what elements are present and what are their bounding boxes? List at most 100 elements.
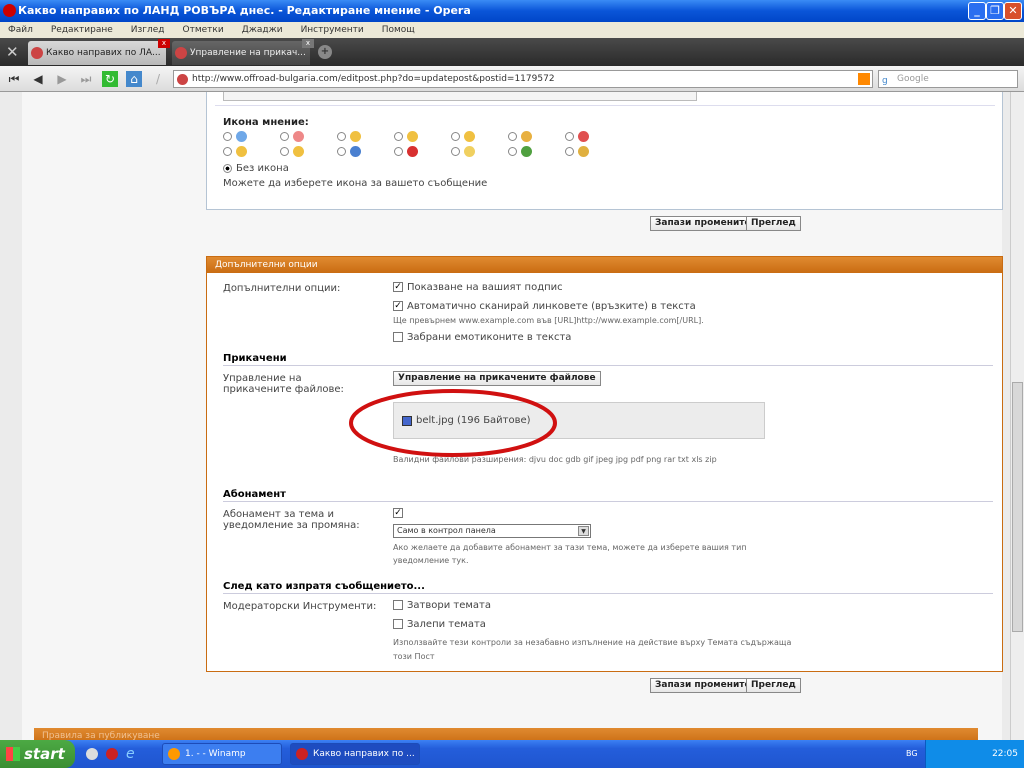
extra-options-header: Допълнителни опции [207, 257, 1002, 273]
ie-icon[interactable]: e [126, 746, 135, 762]
subscription-label: Абонамент за тема и уведомление за промя… [223, 509, 360, 531]
page-content: Икона мнение: Без икона Можете да избере… [0, 92, 1010, 740]
icon-option[interactable] [451, 146, 475, 158]
radio[interactable] [451, 147, 460, 156]
post-icon-hint: Можете да изберете икона за вашето съобщ… [223, 178, 488, 189]
forward-icon[interactable]: ▶ [54, 71, 70, 87]
save-button-bottom[interactable]: Запази промените [650, 678, 756, 693]
desktop-icon[interactable] [86, 748, 98, 760]
vertical-scrollbar[interactable] [1010, 92, 1024, 740]
radio[interactable] [337, 132, 346, 141]
start-button[interactable]: start [0, 740, 75, 768]
radio[interactable] [508, 147, 517, 156]
address-input[interactable]: http://www.offroad-bulgaria.com/editpost… [173, 70, 873, 88]
icon-option[interactable] [565, 131, 589, 143]
rss-icon[interactable] [858, 73, 870, 85]
radio[interactable] [223, 132, 232, 141]
checkbox-checked[interactable]: ✓ [393, 301, 403, 311]
checkbox[interactable] [393, 619, 403, 629]
reload-icon[interactable]: ↻ [102, 71, 118, 87]
icon-option[interactable] [565, 146, 589, 158]
close-tab-icon[interactable]: x [158, 39, 170, 48]
radio[interactable] [280, 147, 289, 156]
windows-logo-icon [6, 747, 20, 761]
radio[interactable] [394, 147, 403, 156]
radio-selected[interactable] [223, 163, 232, 173]
taskbar-item-winamp[interactable]: 1. - - Winamp [162, 743, 282, 765]
icon-option[interactable] [394, 146, 418, 158]
edit-icon[interactable]: / [150, 71, 166, 87]
extra-options-panel: Допълнителни опции Допълнителни опции: ✓… [206, 256, 1003, 672]
preview-button[interactable]: Преглед [746, 216, 801, 231]
icon-option[interactable] [451, 131, 475, 143]
no-icon-option[interactable]: Без икона [223, 163, 289, 174]
fast-forward-icon[interactable]: ⏭ [78, 71, 94, 87]
taskbar: start e 1. - - Winamp Какво направих по … [0, 740, 1024, 768]
radio[interactable] [451, 132, 460, 141]
checkbox[interactable] [393, 332, 403, 342]
icon-option[interactable] [508, 146, 532, 158]
new-tab-button[interactable]: + [318, 45, 332, 59]
radio[interactable] [280, 132, 289, 141]
icon-option[interactable] [337, 146, 361, 158]
radio[interactable] [565, 132, 574, 141]
language-indicator[interactable]: BG [906, 749, 918, 758]
manage-attachments-button[interactable]: Управление на прикачените файлове [393, 371, 601, 386]
back-icon[interactable]: ◀ [30, 71, 46, 87]
rewind-icon[interactable]: ⏮ [6, 71, 22, 87]
menu-widgets[interactable]: Джаджи [242, 25, 283, 35]
menu-help[interactable]: Помощ [382, 25, 415, 35]
preview-button-bottom[interactable]: Преглед [746, 678, 801, 693]
opera-quicklaunch-icon[interactable] [106, 748, 118, 760]
radio[interactable] [394, 132, 403, 141]
radio[interactable] [565, 147, 574, 156]
notification-type-select[interactable]: Само в контрол панела ▼ [393, 524, 591, 538]
parse-links-option[interactable]: ✓ Автоматично сканирай линковете (връзкит… [393, 301, 696, 312]
subscription-hint: Ако желаете да добавите абонамент за таз… [393, 543, 747, 565]
sad-icon [521, 131, 532, 142]
tab-active[interactable]: Какво направих по ЛА... x [28, 39, 170, 65]
arrow-icon [521, 146, 532, 157]
close-thread-option[interactable]: Затвори темата [393, 600, 491, 611]
disable-smilies-option[interactable]: Забрани емотиконите в текста [393, 332, 571, 343]
post-icon-panel: Икона мнение: Без икона Можете да избере… [206, 92, 1003, 210]
icon-option[interactable] [337, 131, 361, 143]
radio[interactable] [508, 132, 517, 141]
scrollbar-thumb[interactable] [1012, 382, 1023, 632]
radio[interactable] [223, 147, 232, 156]
stick-thread-option[interactable]: Залепи темата [393, 619, 486, 630]
chevron-down-icon[interactable]: ▼ [578, 526, 589, 536]
icon-option[interactable] [508, 131, 532, 143]
menu-file[interactable]: Файл [8, 25, 33, 35]
tools-icon[interactable]: ✕ [6, 43, 19, 61]
system-tray: 22:05 [925, 740, 1024, 768]
icon-option[interactable] [394, 131, 418, 143]
menu-edit[interactable]: Редактиране [51, 25, 113, 35]
textarea-bottom[interactable] [223, 92, 697, 101]
checkbox-checked[interactable]: ✓ [393, 282, 403, 292]
minimize-button[interactable]: _ [968, 2, 986, 20]
icon-option[interactable] [280, 131, 304, 143]
close-tab-icon[interactable]: x [302, 39, 314, 48]
subscribe-checkbox[interactable]: ✓ [393, 508, 403, 518]
menu-view[interactable]: Изглед [131, 25, 165, 35]
close-button[interactable]: ✕ [1004, 2, 1022, 20]
menu-bookmarks[interactable]: Отметки [183, 25, 224, 35]
signature-option[interactable]: ✓ Показване на вашият подпис [393, 282, 563, 293]
save-button[interactable]: Запази промените [650, 216, 756, 231]
home-icon[interactable]: ⌂ [126, 71, 142, 87]
icon-option[interactable] [223, 146, 247, 158]
icon-option[interactable] [223, 131, 247, 143]
favicon-icon [175, 47, 187, 59]
radio[interactable] [337, 147, 346, 156]
lightbulb-icon [464, 146, 475, 157]
maximize-button[interactable]: ❐ [986, 2, 1004, 20]
tab-inactive[interactable]: Управление на прикач... x [172, 39, 314, 65]
menu-tools[interactable]: Инструменти [301, 25, 364, 35]
cool-icon [293, 146, 304, 157]
icon-option[interactable] [280, 146, 304, 158]
taskbar-item-opera[interactable]: Какво направих по ... [290, 743, 420, 765]
search-input[interactable]: g Google [878, 70, 1018, 88]
checkbox[interactable] [393, 600, 403, 610]
smile-icon [350, 131, 361, 142]
